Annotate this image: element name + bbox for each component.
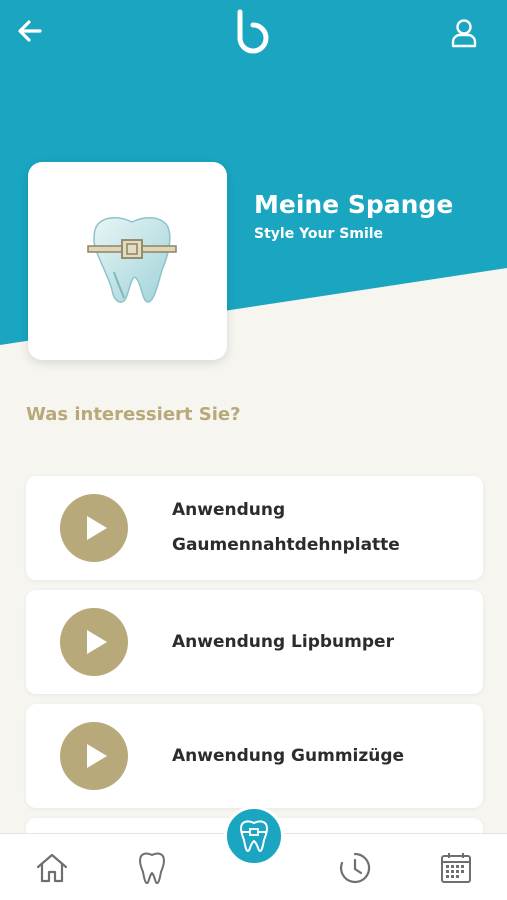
list-item-label: Anwendung Lipbumper bbox=[172, 631, 394, 652]
nav-calendar[interactable] bbox=[426, 834, 486, 900]
brand-logo-icon bbox=[237, 9, 269, 54]
list-item-label: Anwendung Gummizüge bbox=[172, 745, 405, 766]
section-heading: Was interessiert Sie? bbox=[26, 404, 241, 425]
page-title: Meine Spange bbox=[254, 190, 454, 219]
list-item-label: Anwendung Gaumennahtdehnplatte bbox=[172, 500, 400, 555]
back-button[interactable] bbox=[12, 14, 48, 50]
list-item-gummizuege[interactable]: Anwendung Gummizüge bbox=[26, 704, 483, 808]
play-icon bbox=[60, 494, 128, 562]
play-icon bbox=[60, 722, 128, 790]
nav-braces-active[interactable] bbox=[224, 806, 284, 866]
list-item-lipbumper[interactable]: Anwendung Lipbumper bbox=[26, 590, 483, 694]
nav-tooth[interactable] bbox=[122, 834, 182, 900]
profile-button[interactable] bbox=[444, 14, 484, 54]
history-clock-icon bbox=[340, 852, 371, 884]
tooth-with-braces-icon bbox=[87, 217, 177, 303]
nav-history[interactable] bbox=[325, 834, 385, 900]
video-list: Anwendung Gaumennahtdehnplatte Anwendung… bbox=[26, 476, 483, 852]
product-image-card bbox=[28, 162, 227, 360]
page-subtitle: Style Your Smile bbox=[254, 226, 384, 242]
list-item-gaumennahtdehnplatte[interactable]: Anwendung Gaumennahtdehnplatte bbox=[26, 476, 483, 580]
home-icon bbox=[36, 853, 68, 883]
arrow-left-icon bbox=[18, 20, 42, 42]
play-icon bbox=[60, 608, 128, 676]
braces-tooth-icon bbox=[240, 820, 268, 852]
tooth-icon bbox=[139, 852, 165, 884]
nav-home[interactable] bbox=[22, 834, 82, 900]
calendar-icon bbox=[441, 853, 471, 883]
user-icon bbox=[451, 19, 477, 48]
top-bar bbox=[0, 0, 507, 64]
